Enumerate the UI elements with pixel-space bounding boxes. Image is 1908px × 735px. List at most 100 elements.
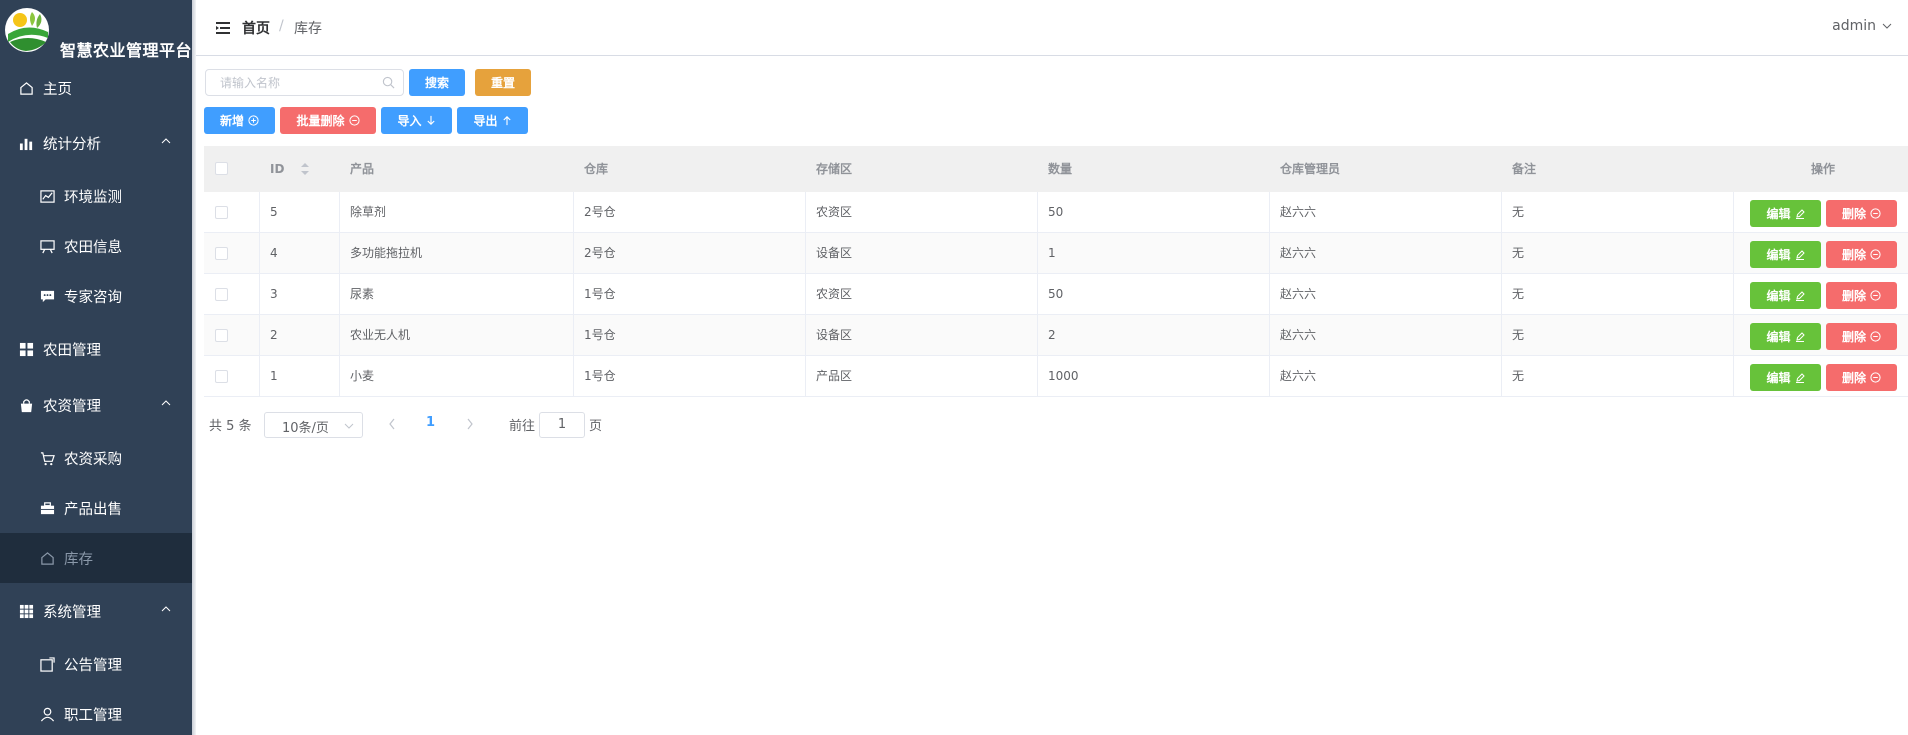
search-button[interactable]: 搜索 <box>409 69 465 96</box>
sidebar-item-statistics[interactable]: 统计分析 <box>0 118 192 168</box>
chevron-right-icon[interactable] <box>465 417 475 431</box>
chevron-left-icon[interactable] <box>387 417 397 431</box>
sidebar-item-label: 系统管理 <box>43 604 101 621</box>
app-name: 智慧农业管理平台 <box>60 41 193 60</box>
sidebar-item-system[interactable]: 系统管理 <box>0 586 192 636</box>
search-input[interactable] <box>220 70 380 95</box>
sidebar-item-label: 主页 <box>43 81 72 98</box>
page-number-current[interactable]: 1 <box>426 415 435 430</box>
cell-note: 无 <box>1512 369 1525 383</box>
row-checkbox[interactable] <box>215 329 228 342</box>
cell-id: 3 <box>270 287 278 301</box>
row-checkbox[interactable] <box>215 206 228 219</box>
edit-icon <box>1795 208 1805 219</box>
cell-product: 农业无人机 <box>350 328 411 342</box>
add-button[interactable]: 新增 <box>204 107 275 134</box>
edit-icon <box>1795 249 1805 260</box>
delete-button[interactable]: 删除 <box>1826 282 1897 309</box>
sidebar-edge <box>192 0 196 735</box>
cell-id: 1 <box>270 369 278 383</box>
edit-button[interactable]: 编辑 <box>1750 200 1821 227</box>
sidebar-item-staff[interactable]: 职工管理 <box>0 689 192 735</box>
delete-button[interactable]: 删除 <box>1826 323 1897 350</box>
chat-icon <box>38 287 56 305</box>
table-row: 4 多功能拖拉机 2号仓 设备区 1 赵六六 无 编辑 删除 <box>204 233 1908 274</box>
cell-note: 无 <box>1512 328 1525 342</box>
cell-warehouse: 1号仓 <box>584 287 616 301</box>
sidebar-item-purchase[interactable]: 农资采购 <box>0 433 192 483</box>
logo-icon <box>5 8 49 52</box>
sidebar-item-environment[interactable]: 环境监测 <box>0 171 192 221</box>
chevron-up-icon <box>161 400 171 406</box>
edit-button[interactable]: 编辑 <box>1750 282 1821 309</box>
edit-button[interactable]: 编辑 <box>1750 323 1821 350</box>
grid-icon <box>17 340 35 358</box>
column-header-warehouse: 仓库 <box>584 162 609 176</box>
pagination-page-label: 页 <box>589 419 603 434</box>
cart-icon <box>38 449 56 467</box>
user-name: admin <box>1832 18 1876 34</box>
cell-quantity: 1 <box>1048 246 1056 260</box>
edit-icon <box>1795 372 1805 383</box>
column-header-id[interactable]: ID <box>270 146 309 192</box>
header: 首页 / 库存 admin <box>196 0 1908 56</box>
pagination-total: 共 5 条 <box>209 419 252 434</box>
circle-minus-icon <box>1870 331 1881 342</box>
chevron-up-icon <box>161 138 171 144</box>
page-size-select[interactable]: 10条/页 <box>264 412 363 438</box>
export-button[interactable]: 导出 <box>457 107 528 134</box>
edit-button[interactable]: 编辑 <box>1750 241 1821 268</box>
circle-minus-icon <box>1870 208 1881 219</box>
apps-icon <box>17 602 35 620</box>
batch-delete-button-label: 批量删除 <box>296 114 345 128</box>
sidebar-item-home[interactable]: 主页 <box>0 63 192 113</box>
column-header-quantity: 数量 <box>1048 162 1073 176</box>
cell-note: 无 <box>1512 205 1525 219</box>
row-checkbox[interactable] <box>215 288 228 301</box>
page-jump-input[interactable]: 1 <box>539 412 585 438</box>
hamburger-icon[interactable] <box>216 21 230 35</box>
cell-product: 多功能拖拉机 <box>350 246 423 260</box>
user-menu[interactable]: admin <box>1832 18 1892 34</box>
notice-icon <box>38 655 56 673</box>
import-button[interactable]: 导入 <box>381 107 452 134</box>
table-row: 5 除草剂 2号仓 农资区 50 赵六六 无 编辑 删除 <box>204 192 1908 233</box>
cell-note: 无 <box>1512 246 1525 260</box>
arrow-up-icon <box>502 116 511 126</box>
reset-button-label: 重置 <box>490 76 515 90</box>
edit-button[interactable]: 编辑 <box>1750 364 1821 391</box>
cell-quantity: 1000 <box>1048 369 1079 383</box>
sidebar-item-expert[interactable]: 专家咨询 <box>0 271 192 321</box>
search-button-label: 搜索 <box>424 76 449 90</box>
sidebar-item-label: 库存 <box>64 551 93 568</box>
delete-button[interactable]: 删除 <box>1826 364 1897 391</box>
sidebar-item-farmland-info[interactable]: 农田信息 <box>0 221 192 271</box>
line-chart-icon <box>38 187 56 205</box>
cell-warehouse: 2号仓 <box>584 205 616 219</box>
cell-area: 设备区 <box>816 328 853 342</box>
sidebar-item-sales[interactable]: 产品出售 <box>0 483 192 533</box>
board-icon <box>38 237 56 255</box>
column-header-keeper: 仓库管理员 <box>1280 162 1341 176</box>
cell-quantity: 2 <box>1048 328 1056 342</box>
cell-product: 除草剂 <box>350 205 387 219</box>
sidebar-item-inventory[interactable]: 库存 <box>0 533 192 583</box>
briefcase-icon <box>38 499 56 517</box>
breadcrumb-current: 库存 <box>294 21 322 37</box>
reset-button[interactable]: 重置 <box>475 69 531 96</box>
row-checkbox[interactable] <box>215 370 228 383</box>
breadcrumb-home[interactable]: 首页 <box>242 18 270 38</box>
delete-button[interactable]: 删除 <box>1826 200 1897 227</box>
sidebar-item-farmland-manage[interactable]: 农田管理 <box>0 324 192 374</box>
cell-area: 设备区 <box>816 246 853 260</box>
sort-icon[interactable] <box>300 161 310 177</box>
sidebar-item-supplies-manage[interactable]: 农资管理 <box>0 380 192 430</box>
row-checkbox[interactable] <box>215 247 228 260</box>
select-all-checkbox[interactable] <box>215 162 228 175</box>
delete-button[interactable]: 删除 <box>1826 241 1897 268</box>
cell-keeper: 赵六六 <box>1280 369 1317 383</box>
cell-id: 2 <box>270 328 278 342</box>
batch-delete-button[interactable]: 批量删除 <box>280 107 376 134</box>
sidebar-item-notice[interactable]: 公告管理 <box>0 639 192 689</box>
home-icon <box>17 79 35 97</box>
